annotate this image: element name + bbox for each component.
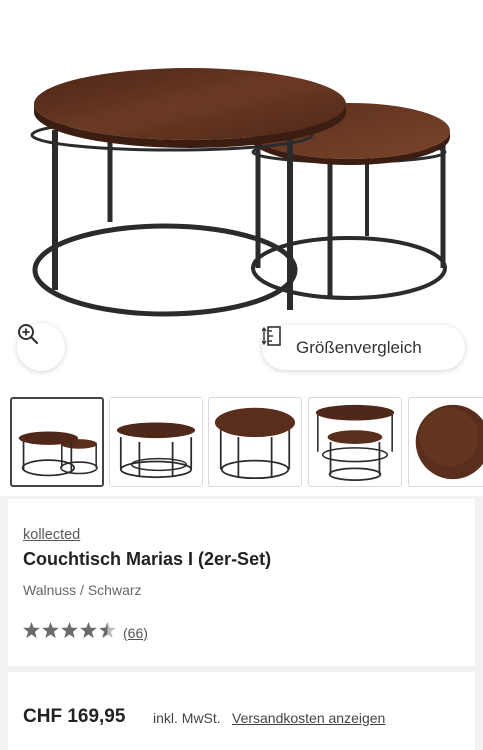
size-compare-label: Größenvergleich [296, 337, 422, 357]
thumbnail-4[interactable] [308, 397, 402, 487]
size-compare-button[interactable]: Größenvergleich [262, 325, 465, 370]
star-icon [80, 622, 97, 643]
brand-link[interactable]: kollected [23, 527, 80, 543]
star-icon [42, 622, 59, 643]
vat-label: inkl. MwSt. [153, 710, 221, 726]
price: CHF 169,95 [23, 706, 126, 727]
half-star-icon [99, 622, 116, 643]
review-count-link[interactable]: (66) [123, 625, 148, 641]
product-image[interactable]: Größenvergleich [0, 0, 483, 390]
thumbnail-2[interactable] [109, 397, 203, 487]
thumbnail-1[interactable] [10, 397, 104, 487]
star-icon [23, 622, 40, 643]
thumbnail-5[interactable] [408, 397, 483, 487]
zoom-button[interactable] [17, 323, 65, 371]
product-variant: Walnuss / Schwarz [23, 582, 142, 598]
thumbnail-3[interactable] [208, 397, 302, 487]
star-icon [61, 622, 78, 643]
price-card: CHF 169,95 inkl. MwSt. Versandkosten anz… [8, 672, 475, 750]
product-title: Couchtisch Marias I (2er-Set) [23, 549, 272, 569]
thumbnail-strip [0, 390, 483, 496]
product-info-card: kollected Couchtisch Marias I (2er-Set) … [8, 499, 475, 666]
rating[interactable]: (66) [23, 622, 148, 643]
shipping-costs-link[interactable]: Versandkosten anzeigen [232, 710, 385, 726]
